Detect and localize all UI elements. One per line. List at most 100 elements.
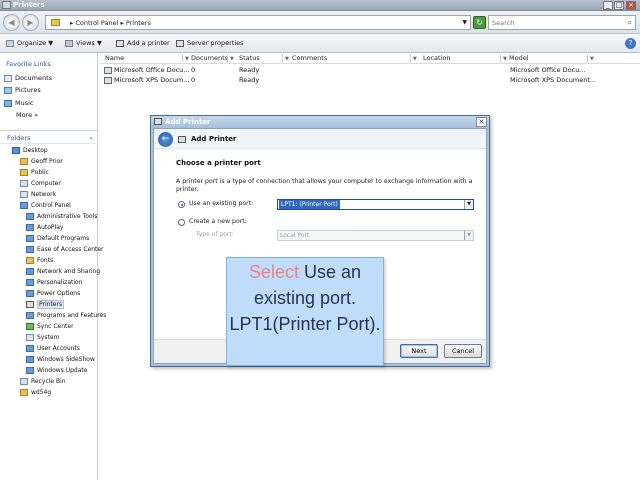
printers-icon [26,301,34,308]
dialog-close-button[interactable]: × [476,117,487,127]
network-sharing-icon [26,268,34,275]
tree-item-user-accounts[interactable]: User Accounts [26,344,80,354]
tree-item-admin-tools[interactable]: Administrative Tools [26,212,97,222]
column-filter-icon[interactable]: ▼ [500,54,507,62]
model-cell: Microsoft XPS Document... [510,76,597,84]
tree-item-network[interactable]: Network [20,190,56,200]
tree-item-user[interactable]: Geoff Prior [20,157,63,167]
favorite-music[interactable]: Music [4,99,34,107]
search-input[interactable] [492,17,622,29]
column-model[interactable]: Model [507,53,529,63]
minimize-button[interactable]: _ [603,1,613,10]
status-cell: Ready [239,76,260,84]
tree-item-public[interactable]: Public [20,168,49,178]
column-filter-icon[interactable]: ▼ [282,54,289,62]
instruction-callout: Select Use an existing port. LPT1(Printe… [226,257,384,366]
breadcrumb[interactable]: ▸ Control Panel ▸ Printers [70,19,151,27]
column-filter-icon[interactable]: ▼ [227,54,234,62]
column-documents[interactable]: Documents [189,53,228,63]
favorite-pictures[interactable]: Pictures [4,86,41,94]
pictures-icon [4,86,12,94]
favorite-links-title: Favorite Links [6,60,51,68]
printer-icon [178,136,186,143]
column-filter-icon[interactable]: ▼ [587,54,594,62]
printer-icon [154,118,162,125]
chevron-down-icon[interactable]: ▼ [464,231,473,240]
programs-features-icon [26,312,34,319]
tree-item-windows-update[interactable]: Windows Update [26,366,87,376]
refresh-button[interactable]: ↻ [473,16,486,29]
forward-button[interactable]: ▶ [22,14,39,31]
maximize-button[interactable]: □ [614,1,624,10]
column-location[interactable]: Location [421,53,451,63]
tree-item-desktop[interactable]: Desktop [12,146,48,156]
toolbar: Organize ▼ Views ▼ Add a printer Server … [0,34,640,53]
table-row[interactable]: Microsoft XPS Docum... 0 Ready Microsoft… [104,75,624,85]
tree-item-control-panel[interactable]: Control Panel [20,201,71,211]
column-filter-icon[interactable]: ▼ [182,54,189,62]
documents-icon [4,74,12,82]
use-existing-port-radio[interactable] [178,201,185,208]
tree-item-sync-center[interactable]: Sync Center [26,322,74,332]
network-icon [20,191,28,198]
chevron-down-icon[interactable]: ▼ [462,19,467,26]
organize-menu[interactable]: Organize ▼ [6,39,53,47]
tree-item-sideshow[interactable]: Windows SideShow [26,355,95,365]
tree-item-ease-of-access[interactable]: Ease of Access Center [26,245,104,255]
default-programs-icon [26,235,34,242]
dialog-title: Add Printer [165,118,211,126]
tree-item-autoplay[interactable]: AutoPlay [26,223,63,233]
column-filter-icon[interactable]: ▼ [410,54,417,62]
views-menu[interactable]: Views ▼ [65,39,102,47]
folders-header[interactable]: Folders ⌄ [0,130,98,144]
server-icon [176,39,184,47]
tree-item-programs-features[interactable]: Programs and Features [26,311,106,321]
back-arrow-icon[interactable]: ← [158,132,173,147]
chevron-down-icon[interactable]: ⌄ [88,133,94,141]
port-type-select[interactable]: Local Port ▼ [277,230,474,241]
use-existing-port-label[interactable]: Use an existing port: [189,200,253,207]
next-button[interactable]: Next [400,344,438,358]
tree-item-printers[interactable]: Printers [26,300,65,310]
tree-item-wd54g[interactable]: wd54g [20,388,51,398]
tree-item-personalization[interactable]: Personalization [26,278,83,288]
add-printer-button[interactable]: Add a printer [116,39,170,47]
navigation-pane: Favorite Links Documents Pictures Music … [0,53,106,480]
table-row[interactable]: Microsoft Office Docu... 0 Ready Microso… [104,65,624,75]
type-of-port-label: Type of port: [196,231,234,238]
autoplay-icon [26,224,34,231]
help-icon[interactable]: ? [625,38,636,49]
column-name[interactable]: Name [103,53,124,63]
wizard-header: ← Add Printer [154,129,486,149]
windows-update-icon [26,367,34,374]
favorite-documents[interactable]: Documents [4,74,52,82]
tree-item-recycle-bin[interactable]: Recycle Bin [20,377,66,387]
back-button[interactable]: ◀ [3,14,20,31]
column-status[interactable]: Status [237,53,260,63]
tree-item-computer[interactable]: Computer [20,179,61,189]
existing-port-value: LPT1: (Printer Port) [279,200,340,209]
search-box[interactable]: ⌕ [488,15,636,30]
tree-item-default-programs[interactable]: Default Programs [26,234,89,244]
tree-item-system[interactable]: System [26,333,59,343]
server-properties-button[interactable]: Server properties [176,39,244,47]
address-field[interactable]: ▸ Control Panel ▸ Printers ▼ [45,15,471,30]
existing-port-select[interactable]: LPT1: (Printer Port) ▼ [277,199,474,210]
organize-label: Organize ▼ [17,39,54,47]
cancel-button[interactable]: Cancel [444,344,482,358]
window-titlebar: Printers _ □ × [0,0,640,11]
folders-title: Folders [7,134,31,142]
organize-icon [6,39,14,47]
search-icon[interactable]: ⌕ [628,18,632,28]
create-new-port-label[interactable]: Create a new port: [189,218,247,225]
tree-item-fonts[interactable]: Fonts [26,256,53,266]
tree-item-network-sharing[interactable]: Network and Sharing [26,267,100,277]
sideshow-icon [26,356,34,363]
add-printer-label: Add a printer [127,39,170,47]
close-button[interactable]: × [626,1,636,10]
chevron-down-icon[interactable]: ▼ [464,200,473,209]
favorite-more[interactable]: More » [16,111,38,119]
tree-item-power-options[interactable]: Power Options [26,289,80,299]
column-comments[interactable]: Comments [290,53,327,63]
create-new-port-radio[interactable] [178,219,185,226]
